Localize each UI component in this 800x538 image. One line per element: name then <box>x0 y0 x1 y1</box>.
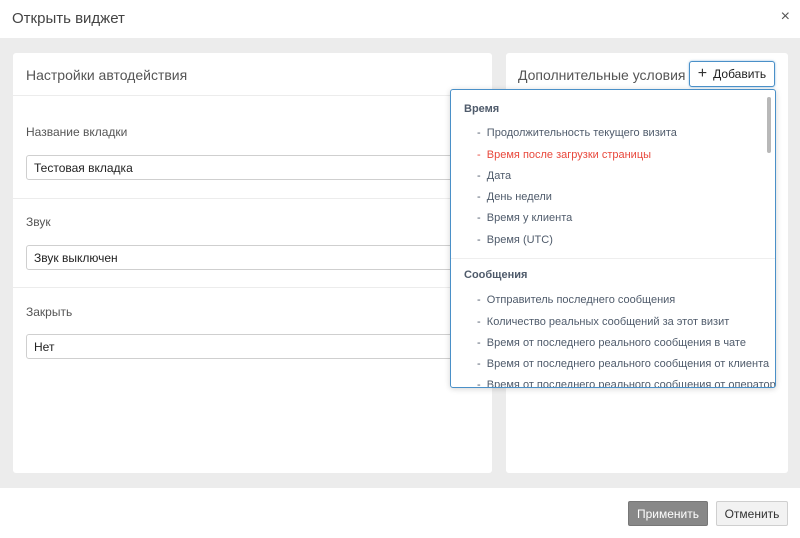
panel-title: Дополнительные условия <box>518 67 686 83</box>
modal-title: Открыть виджет <box>12 10 125 27</box>
modal-footer: Применить Отменить <box>0 488 800 538</box>
list-item[interactable]: - Время от последнего реального сообщени… <box>477 358 769 370</box>
close-select[interactable]: Нет <box>26 334 466 359</box>
divider <box>13 198 492 199</box>
list-item[interactable]: - Время у клиента <box>477 212 572 224</box>
divider <box>451 258 775 259</box>
apply-button[interactable]: Применить <box>628 501 708 526</box>
list-item[interactable]: - Время после загрузки страницы <box>477 149 651 161</box>
plus-icon: + <box>697 65 708 82</box>
list-item[interactable]: - Количество реальных сообщений за этот … <box>477 316 729 328</box>
close-label: Закрыть <box>26 305 73 319</box>
add-button-label: Добавить <box>713 67 767 81</box>
list-item[interactable]: - Время от последнего реального сообщени… <box>477 337 746 349</box>
tab-name-label: Название вкладки <box>26 125 128 139</box>
conditions-dropdown[interactable]: Время - Продолжительность текущего визит… <box>450 89 776 388</box>
close-icon[interactable]: × <box>781 9 790 25</box>
autoaction-settings-panel: Настройки автодействия Название вкладки … <box>13 53 492 473</box>
group-title-messages: Сообщения <box>464 269 528 281</box>
list-item[interactable]: - Отправитель последнего сообщения <box>477 294 675 306</box>
panel-title: Настройки автодействия <box>26 67 188 83</box>
modal-header: Открыть виджет × <box>0 0 800 38</box>
group-title-time: Время <box>464 103 500 115</box>
list-item[interactable]: - Дата <box>477 170 511 182</box>
divider <box>13 287 492 288</box>
add-condition-button[interactable]: + Добавить <box>689 61 775 87</box>
divider <box>13 95 492 96</box>
list-item[interactable]: - Продолжительность текущего визита <box>477 127 677 139</box>
cancel-button[interactable]: Отменить <box>716 501 788 526</box>
sound-select[interactable]: Звук выключен <box>26 245 466 270</box>
tab-name-input[interactable]: Тестовая вкладка <box>26 155 466 180</box>
list-item[interactable]: - Время от последнего реального сообщени… <box>477 379 775 387</box>
list-item[interactable]: - Время (UTC) <box>477 234 553 246</box>
sound-label: Звук <box>26 215 51 229</box>
list-item[interactable]: - День недели <box>477 191 552 203</box>
scrollbar[interactable] <box>767 97 771 153</box>
